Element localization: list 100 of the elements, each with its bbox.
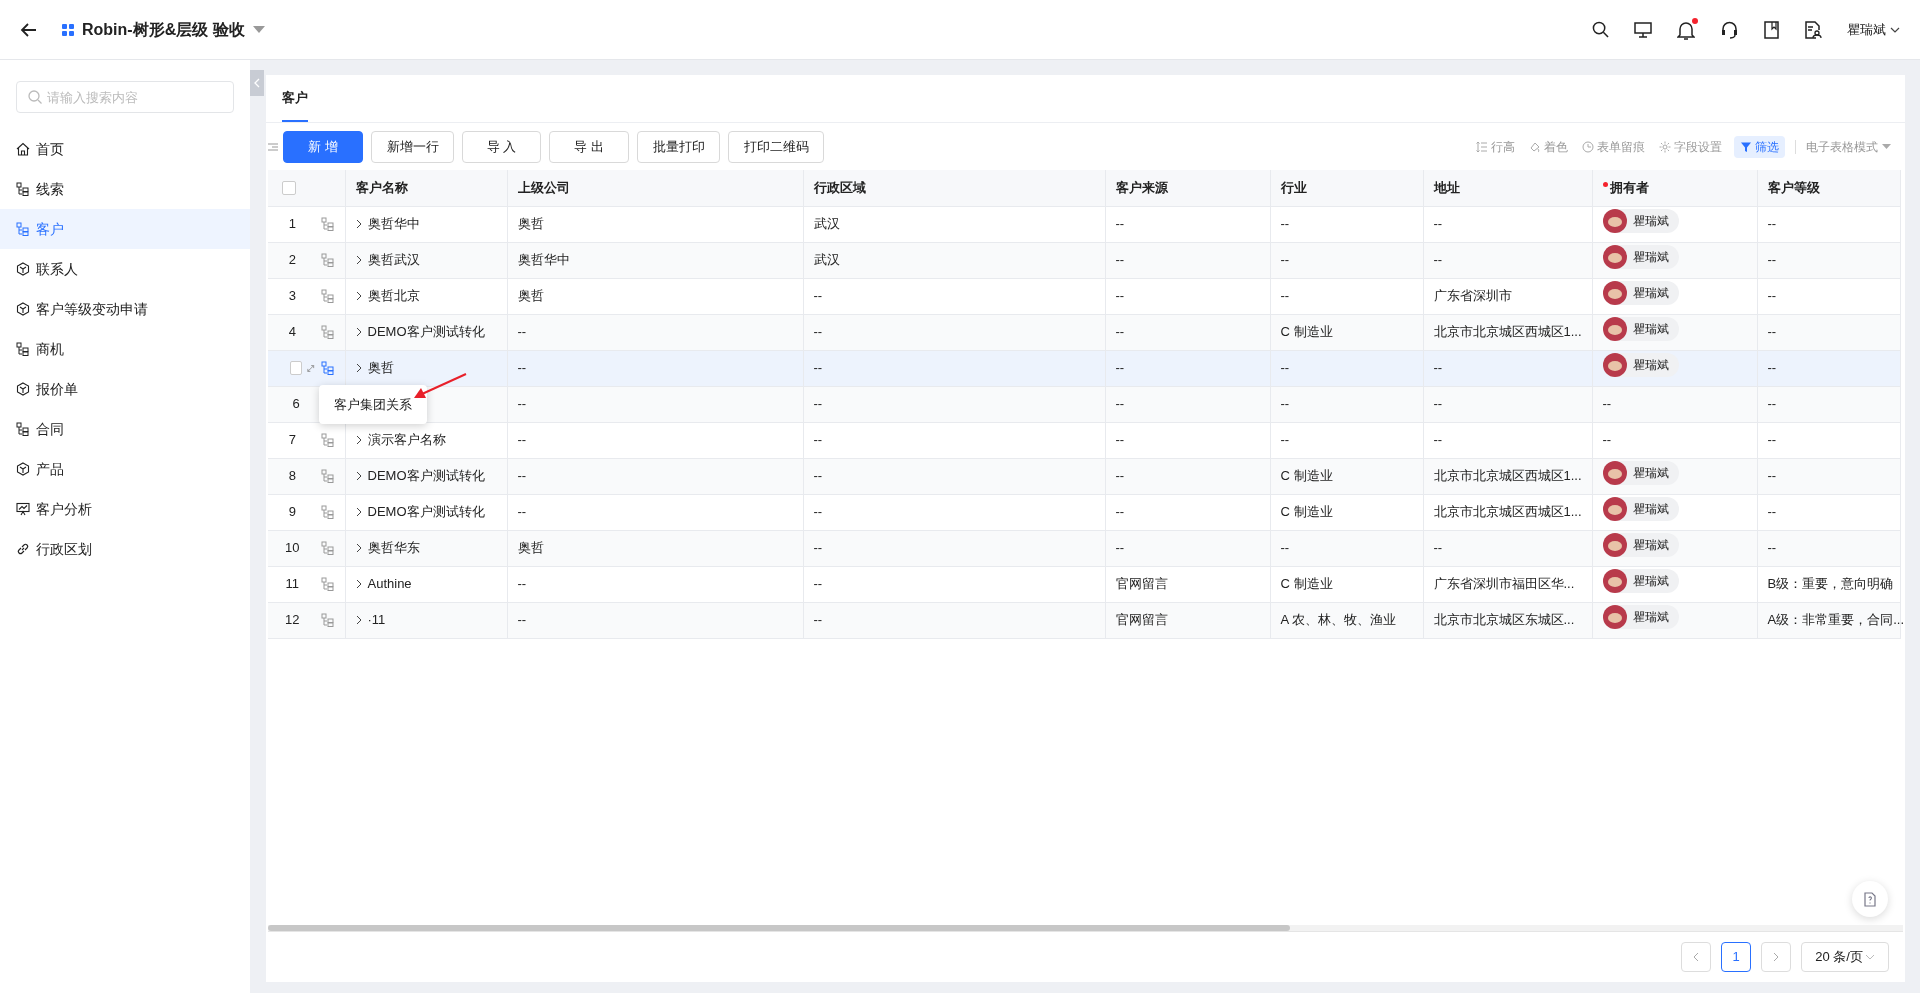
user-chip[interactable]: 瞿瑞斌 bbox=[1602, 605, 1679, 630]
column-header[interactable]: 客户名称 bbox=[355, 178, 408, 198]
sidebar-item[interactable]: 客户等级变动申请 bbox=[0, 289, 250, 329]
chevron-right-icon[interactable] bbox=[355, 579, 362, 589]
table-cell: -- bbox=[1767, 432, 1777, 448]
sidebar-item[interactable]: 线索 bbox=[0, 169, 250, 209]
collapse-handle-icon[interactable] bbox=[250, 70, 264, 96]
table-cell: -- bbox=[1115, 396, 1125, 412]
select-all-checkbox[interactable] bbox=[282, 180, 296, 195]
sidebar-item[interactable]: 合同 bbox=[0, 409, 250, 449]
owner-name: 瞿瑞斌 bbox=[1632, 357, 1669, 375]
sidebar-item[interactable]: 首页 bbox=[0, 129, 250, 169]
table-cell: 北京市北京城区西城区1... bbox=[1433, 504, 1582, 520]
tab[interactable]: 客户 bbox=[282, 88, 308, 122]
chevron-right-icon[interactable] bbox=[355, 291, 362, 301]
sidebar-item[interactable]: 报价单 bbox=[0, 369, 250, 409]
table-cell: -- bbox=[1115, 360, 1125, 376]
chevron-right-icon[interactable] bbox=[355, 507, 362, 517]
table-cell-text: 奥哲华东 bbox=[367, 539, 420, 558]
column-header[interactable]: 行政区域 bbox=[813, 178, 866, 198]
table-cell: -- bbox=[1115, 540, 1125, 556]
table-cell: -- bbox=[1433, 396, 1443, 412]
sidebar-item[interactable]: 商机 bbox=[0, 329, 250, 369]
user-chip[interactable]: 瞿瑞斌 bbox=[1602, 461, 1679, 486]
table-cell: -- bbox=[813, 324, 823, 340]
search-icon[interactable] bbox=[1592, 21, 1609, 38]
toolbar-button[interactable]: 批量打印 bbox=[637, 130, 720, 163]
column-header[interactable]: 上级公司 bbox=[517, 178, 570, 198]
user-chip[interactable]: 瞿瑞斌 bbox=[1602, 281, 1679, 306]
headset-icon[interactable] bbox=[1720, 20, 1739, 39]
user-chip[interactable]: 瞿瑞斌 bbox=[1602, 353, 1679, 378]
table-cell: -- bbox=[1280, 360, 1290, 376]
chevron-down-icon bbox=[1864, 954, 1875, 960]
owner-name: 瞿瑞斌 bbox=[1632, 213, 1669, 231]
table-cell: C 制造业 bbox=[1280, 468, 1333, 484]
user-chip[interactable]: 瞿瑞斌 bbox=[1602, 209, 1679, 234]
toolbar-button[interactable]: 新 增 bbox=[283, 130, 363, 163]
chevron-right-icon[interactable] bbox=[355, 363, 362, 373]
chevron-right-icon[interactable] bbox=[355, 435, 362, 445]
caret-icon[interactable] bbox=[252, 25, 265, 34]
sidebar-item[interactable]: 行政区划 bbox=[0, 529, 250, 569]
toolbar-button[interactable]: 导 入 bbox=[462, 130, 541, 163]
sidebar-item[interactable]: 产品 bbox=[0, 449, 250, 489]
column-header[interactable]: 客户等级 bbox=[1767, 178, 1820, 198]
bookmark-icon[interactable] bbox=[1764, 20, 1779, 39]
page-number-button[interactable]: 1 bbox=[1721, 942, 1751, 972]
bell-icon[interactable] bbox=[1677, 19, 1695, 40]
table-cell: -- bbox=[1433, 360, 1443, 376]
page-size-select[interactable]: 20 条/页 bbox=[1801, 942, 1889, 972]
row-number: 4 bbox=[287, 323, 297, 342]
user-chip[interactable]: 瞿瑞斌 bbox=[1602, 497, 1679, 522]
toolbar-button[interactable]: 新增一行 bbox=[371, 130, 454, 163]
document-user-icon[interactable] bbox=[1804, 20, 1822, 39]
user-chip[interactable]: 瞿瑞斌 bbox=[1602, 245, 1679, 270]
chevron-right-icon[interactable] bbox=[355, 255, 362, 265]
user-chip[interactable]: 瞿瑞斌 bbox=[1602, 533, 1679, 558]
back-arrow-icon[interactable] bbox=[20, 20, 38, 39]
table-cell: 广东省深圳市福田区华... bbox=[1433, 576, 1575, 592]
table-cell: 官网留言 bbox=[1115, 612, 1168, 628]
column-header[interactable]: 行业 bbox=[1280, 178, 1307, 198]
row-number: 1 bbox=[287, 215, 297, 234]
chevron-down-icon[interactable] bbox=[1890, 26, 1900, 33]
table-cell: 北京市北京城区东城区... bbox=[1433, 612, 1575, 628]
avatar-icon bbox=[1602, 497, 1627, 522]
cube-icon bbox=[16, 382, 30, 396]
row-height-icon bbox=[1476, 140, 1488, 153]
column-header[interactable]: 客户来源 bbox=[1115, 178, 1168, 198]
column-header[interactable]: 地址 bbox=[1433, 178, 1460, 198]
sidebar-item[interactable]: 联系人 bbox=[0, 249, 250, 289]
user-chip[interactable]: 瞿瑞斌 bbox=[1602, 569, 1679, 594]
row-number: 10 bbox=[284, 539, 301, 558]
table-cell: -- bbox=[1767, 504, 1777, 520]
row-checkbox[interactable] bbox=[290, 361, 302, 375]
toolbar-tool[interactable]: 筛选 bbox=[1734, 135, 1785, 158]
sidebar-item[interactable]: 客户 bbox=[0, 209, 250, 249]
hierarchy-icon bbox=[320, 325, 335, 339]
scrollbar-thumb[interactable] bbox=[268, 925, 1290, 931]
search-field[interactable]: 请输入搜索内容 bbox=[16, 81, 234, 113]
sidebar-item[interactable]: 客户分析 bbox=[0, 489, 250, 529]
table-cell: 武汉 bbox=[813, 252, 840, 268]
table-cell-text: 奥哲华中 bbox=[367, 215, 420, 234]
chevron-right-icon[interactable] bbox=[355, 471, 362, 481]
table-cell-text: ·11 bbox=[367, 611, 386, 630]
chevron-right-icon[interactable] bbox=[355, 615, 362, 625]
home-icon bbox=[16, 142, 30, 156]
monitor-icon[interactable] bbox=[1634, 21, 1652, 38]
chevron-right-icon[interactable] bbox=[355, 327, 362, 337]
chevron-right-icon[interactable] bbox=[355, 543, 362, 553]
user-chip[interactable]: 瞿瑞斌 bbox=[1602, 317, 1679, 342]
column-toggle-icon[interactable] bbox=[268, 141, 278, 152]
column-header[interactable]: 拥有者 bbox=[1609, 178, 1649, 198]
user-name[interactable]: 瞿瑞斌 bbox=[1847, 19, 1886, 40]
table-cell-text: DEMO客户测试转化 bbox=[367, 503, 485, 522]
tree-icon bbox=[16, 342, 30, 356]
toolbar-button[interactable]: 导 出 bbox=[549, 130, 629, 163]
search-icon bbox=[28, 90, 42, 104]
chevron-right-icon[interactable] bbox=[355, 219, 362, 229]
table-cell: -- bbox=[1280, 396, 1290, 412]
table-cell: -- bbox=[1280, 216, 1290, 232]
toolbar-button[interactable]: 打印二维码 bbox=[728, 130, 824, 163]
